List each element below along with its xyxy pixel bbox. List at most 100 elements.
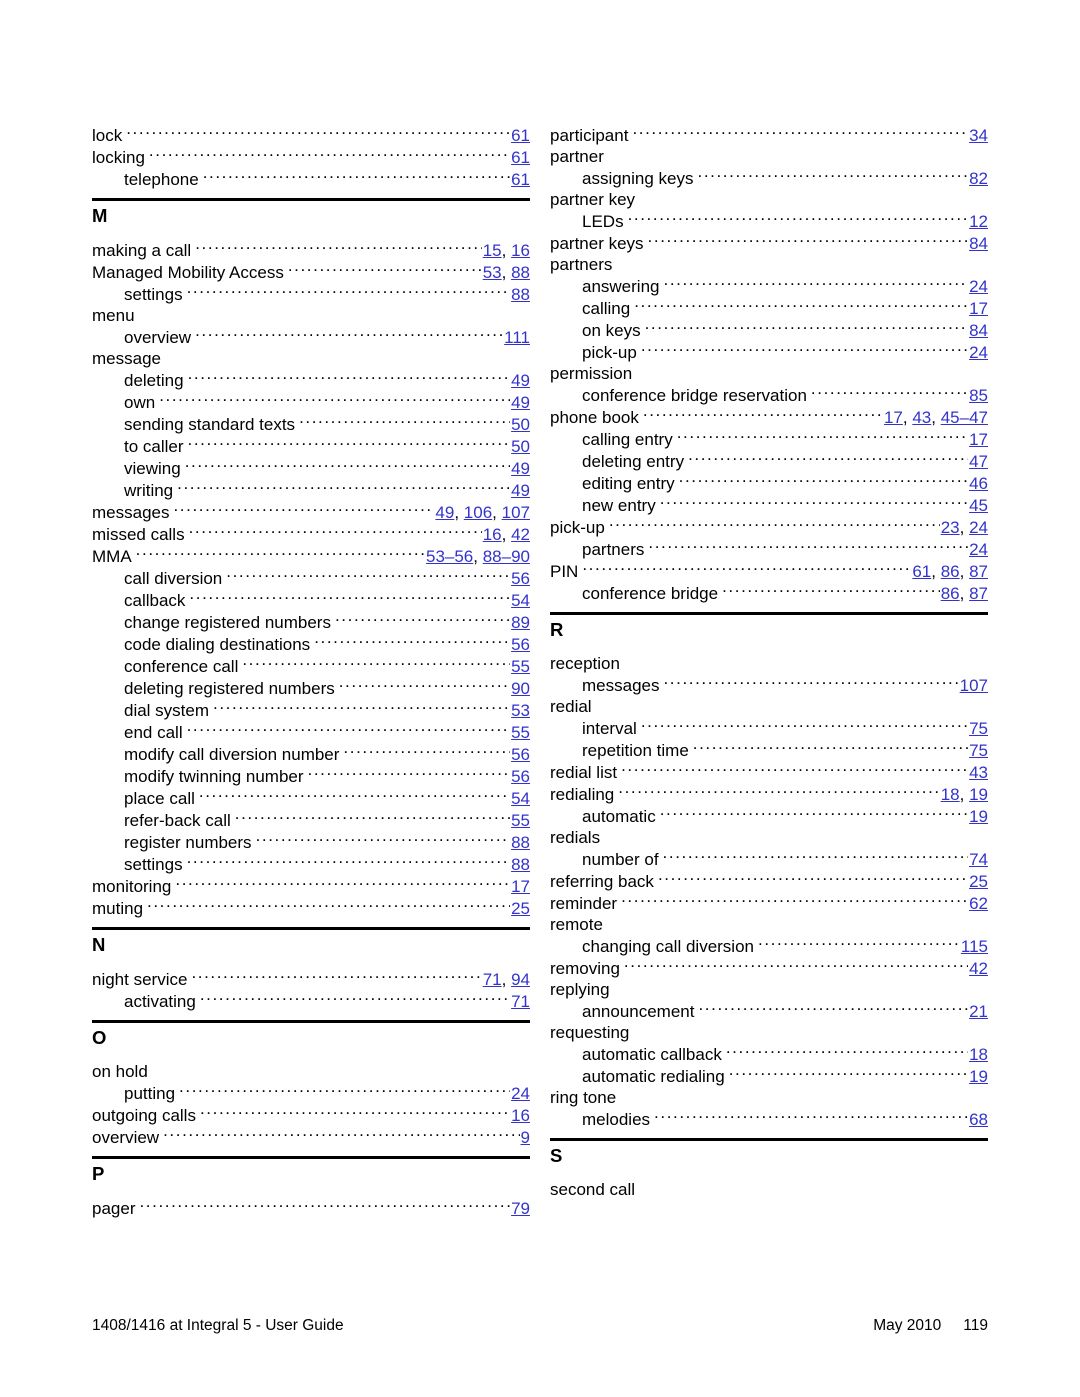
page-link[interactable]: 45 bbox=[969, 496, 988, 515]
page-link[interactable]: 68 bbox=[969, 1110, 988, 1129]
page-link[interactable]: 43 bbox=[969, 763, 988, 782]
page-link[interactable]: 19 bbox=[969, 1067, 988, 1086]
page-link[interactable]: 86 bbox=[941, 584, 960, 603]
page-link[interactable]: 56 bbox=[511, 745, 530, 764]
page-link[interactable]: 94 bbox=[511, 970, 530, 989]
index-entry-pages: 90 bbox=[511, 678, 530, 699]
page-link[interactable]: 55 bbox=[511, 811, 530, 830]
index-entry-label: editing entry bbox=[582, 474, 675, 493]
page-link[interactable]: 79 bbox=[511, 1199, 530, 1218]
page-link[interactable]: 16 bbox=[511, 1106, 530, 1125]
page-link[interactable]: 53 bbox=[511, 701, 530, 720]
page-link[interactable]: 85 bbox=[969, 386, 988, 405]
page-link[interactable]: 84 bbox=[969, 234, 988, 253]
page-link[interactable]: 49 bbox=[435, 503, 454, 522]
page-link[interactable]: 75 bbox=[969, 719, 988, 738]
page-link[interactable]: 71 bbox=[483, 970, 502, 989]
page-link[interactable]: 19 bbox=[969, 807, 988, 826]
page-link[interactable]: 107 bbox=[502, 503, 530, 522]
page-link[interactable]: 106 bbox=[464, 503, 492, 522]
page-link[interactable]: 17 bbox=[884, 408, 903, 427]
page-link[interactable]: 15 bbox=[483, 241, 502, 260]
page-link[interactable]: 16 bbox=[511, 241, 530, 260]
index-entry: sending standard texts 50 bbox=[92, 413, 530, 435]
index-entry: changing call diversion 115 bbox=[550, 935, 988, 957]
page-link[interactable]: 90 bbox=[511, 679, 530, 698]
page-link[interactable]: 25 bbox=[969, 872, 988, 891]
index-entry-pages: 107 bbox=[960, 675, 988, 696]
page-link[interactable]: 75 bbox=[969, 741, 988, 760]
page-link[interactable]: 107 bbox=[960, 676, 988, 695]
page-link[interactable]: 61 bbox=[511, 170, 530, 189]
page-link[interactable]: 49 bbox=[511, 371, 530, 390]
page-link[interactable]: 24 bbox=[969, 277, 988, 296]
page-link[interactable]: 88 bbox=[511, 833, 530, 852]
page-link[interactable]: 88 bbox=[511, 855, 530, 874]
page-link[interactable]: 42 bbox=[969, 959, 988, 978]
page-link[interactable]: 111 bbox=[504, 328, 530, 347]
page-link[interactable]: 50 bbox=[511, 415, 530, 434]
page-link[interactable]: 12 bbox=[969, 212, 988, 231]
page-link[interactable]: 87 bbox=[969, 584, 988, 603]
page-link[interactable]: 84 bbox=[969, 321, 988, 340]
page-link[interactable]: 23 bbox=[941, 518, 960, 537]
page-link[interactable]: 88–90 bbox=[483, 547, 530, 566]
page-link[interactable]: 17 bbox=[511, 877, 530, 896]
page-link[interactable]: 55 bbox=[511, 657, 530, 676]
page-link[interactable]: 16 bbox=[483, 525, 502, 544]
section-divider bbox=[550, 1138, 988, 1141]
page-link[interactable]: 56 bbox=[511, 569, 530, 588]
index-entry-pages: 17, 43, 45–47 bbox=[884, 407, 988, 428]
page-link[interactable]: 18 bbox=[941, 785, 960, 804]
index-entry-pages: 55 bbox=[511, 810, 530, 831]
page-link[interactable]: 18 bbox=[969, 1045, 988, 1064]
page-link[interactable]: 46 bbox=[969, 474, 988, 493]
page-link[interactable]: 53–56 bbox=[426, 547, 473, 566]
page-link[interactable]: 47 bbox=[969, 452, 988, 471]
page-link[interactable]: 61 bbox=[511, 126, 530, 145]
page-link[interactable]: 34 bbox=[969, 126, 988, 145]
page-link[interactable]: 25 bbox=[511, 899, 530, 918]
index-entry: phone book 17, 43, 45–47 bbox=[550, 406, 988, 428]
page-link[interactable]: 17 bbox=[969, 430, 988, 449]
page-link[interactable]: 50 bbox=[511, 437, 530, 456]
page-link[interactable]: 71 bbox=[511, 992, 530, 1011]
page-link[interactable]: 19 bbox=[969, 785, 988, 804]
index-entry: redialing 18, 19 bbox=[550, 783, 988, 805]
page-link[interactable]: 24 bbox=[969, 518, 988, 537]
page-link[interactable]: 53 bbox=[483, 263, 502, 282]
page-link[interactable]: 17 bbox=[969, 299, 988, 318]
index-entry-pages: 16 bbox=[511, 1105, 530, 1126]
page-link[interactable]: 74 bbox=[969, 850, 988, 869]
page-link[interactable]: 89 bbox=[511, 613, 530, 632]
page-link[interactable]: 49 bbox=[511, 481, 530, 500]
page-link[interactable]: 87 bbox=[969, 562, 988, 581]
page-link[interactable]: 45–47 bbox=[941, 408, 988, 427]
page-link[interactable]: 54 bbox=[511, 591, 530, 610]
page-link[interactable]: 88 bbox=[511, 263, 530, 282]
page-link[interactable]: 24 bbox=[969, 540, 988, 559]
page-link[interactable]: 56 bbox=[511, 767, 530, 786]
page-link[interactable]: 54 bbox=[511, 789, 530, 808]
page-link[interactable]: 56 bbox=[511, 635, 530, 654]
index-entry: outgoing calls 16 bbox=[92, 1104, 530, 1126]
page-link[interactable]: 21 bbox=[969, 1002, 988, 1021]
page-link[interactable]: 49 bbox=[511, 393, 530, 412]
page-link[interactable]: 9 bbox=[521, 1128, 530, 1147]
page-link[interactable]: 86 bbox=[941, 562, 960, 581]
index-entry-pages: 25 bbox=[969, 871, 988, 892]
page-link[interactable]: 24 bbox=[511, 1084, 530, 1103]
page-link[interactable]: 55 bbox=[511, 723, 530, 742]
page-link[interactable]: 62 bbox=[969, 894, 988, 913]
page-link[interactable]: 43 bbox=[912, 408, 931, 427]
page-link[interactable]: 49 bbox=[511, 459, 530, 478]
page-link[interactable]: 61 bbox=[511, 148, 530, 167]
index-entry: answering 24 bbox=[550, 275, 988, 297]
page-link[interactable]: 115 bbox=[961, 937, 988, 956]
page-link[interactable]: 42 bbox=[511, 525, 530, 544]
page-link[interactable]: 88 bbox=[511, 285, 530, 304]
index-entry: redial list 43 bbox=[550, 761, 988, 783]
page-link[interactable]: 24 bbox=[969, 343, 988, 362]
page-link[interactable]: 61 bbox=[912, 562, 931, 581]
page-link[interactable]: 82 bbox=[969, 169, 988, 188]
